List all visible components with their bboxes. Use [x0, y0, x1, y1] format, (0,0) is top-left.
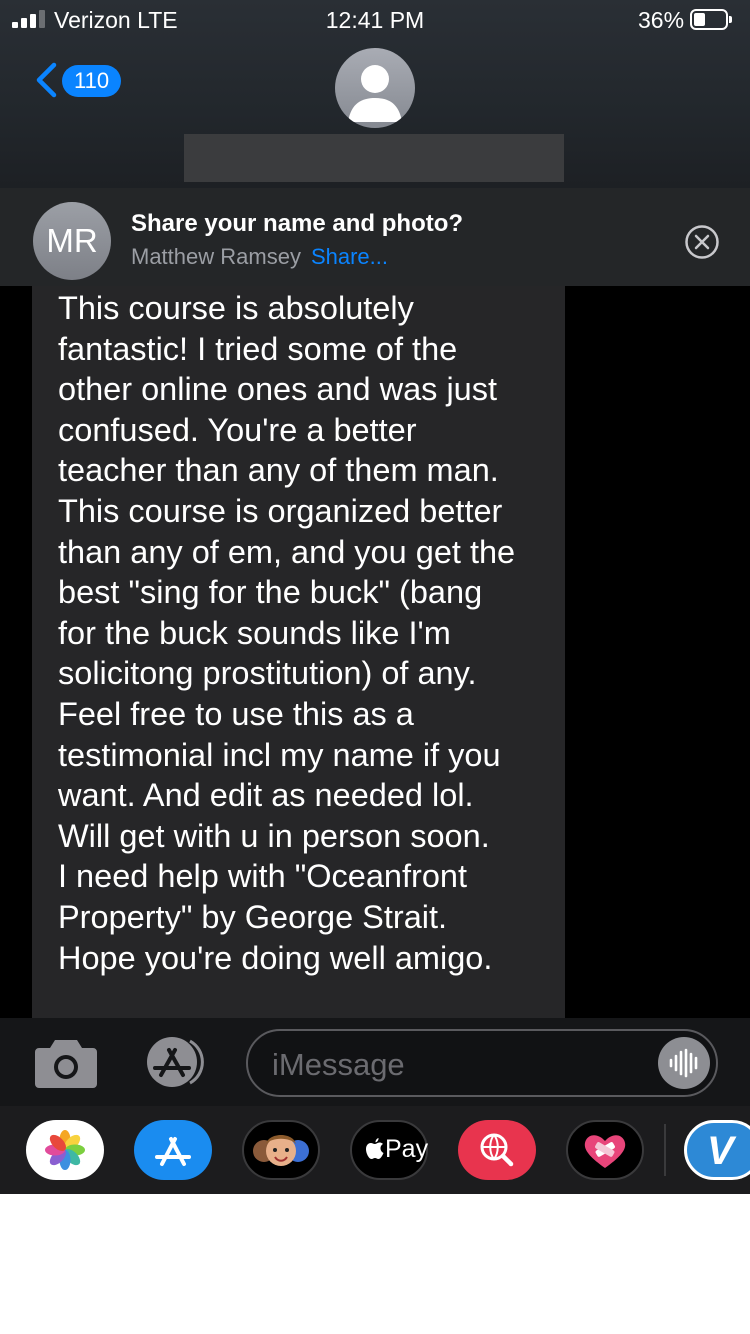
app-drawer: Pay V — [0, 1106, 750, 1194]
message-input[interactable]: iMessage — [246, 1029, 718, 1097]
person-icon — [348, 65, 402, 122]
message-text: This course is absolutely fantastic! I t… — [58, 290, 516, 976]
app-store-icon — [155, 1137, 191, 1166]
unread-count-badge: 110 — [62, 65, 122, 97]
app-drawer-divider — [664, 1124, 666, 1176]
back-button[interactable]: 110 — [28, 58, 128, 102]
sender-name: Matthew Ramsey — [131, 244, 301, 269]
avatar: MR — [33, 202, 111, 280]
share-link[interactable]: Share... — [311, 244, 388, 269]
share-name-banner: MR Share your name and photo? Matthew Ra… — [0, 188, 750, 286]
battery-percent: 36% — [638, 7, 685, 33]
contact-name-redacted[interactable] — [184, 134, 564, 182]
battery-fill — [694, 13, 705, 26]
heart-sticker-icon — [584, 1135, 626, 1168]
venmo-app[interactable]: V — [684, 1120, 750, 1180]
memoji-app[interactable] — [242, 1120, 320, 1180]
incoming-message-bubble[interactable]: This course is absolutely fantastic! I t… — [32, 286, 565, 1018]
venmo-icon: V — [707, 1129, 734, 1173]
battery-icon — [690, 9, 732, 30]
conversation-header: Verizon LTE 12:41 PM 36% 110 — [0, 0, 750, 188]
waveform-icon — [669, 1048, 698, 1078]
messages-screen: Verizon LTE 12:41 PM 36% 110 MR Share yo… — [0, 0, 750, 1194]
share-banner-title: Share your name and photo? — [131, 210, 464, 237]
web-search-app[interactable] — [458, 1120, 536, 1180]
close-icon[interactable] — [684, 224, 720, 260]
apple-logo-icon — [366, 1138, 384, 1159]
status-bar: Verizon LTE 12:41 PM 36% — [0, 0, 750, 40]
apple-pay-app[interactable]: Pay — [350, 1120, 428, 1180]
heart-sticker-app[interactable] — [566, 1120, 644, 1180]
message-input-placeholder: iMessage — [272, 1047, 405, 1082]
chevron-left-icon — [36, 62, 57, 98]
camera-icon[interactable] — [35, 1038, 97, 1088]
photos-icon — [45, 1130, 85, 1170]
app-store-icon[interactable] — [140, 1037, 212, 1087]
memoji-icon — [253, 1135, 309, 1166]
share-banner-subtitle: Matthew Ramsey Share... — [131, 244, 388, 270]
photos-app[interactable] — [26, 1120, 104, 1180]
contact-avatar[interactable] — [335, 48, 415, 128]
audio-message-button[interactable] — [658, 1037, 710, 1089]
apple-pay-label: Pay — [385, 1135, 429, 1163]
app-store-app[interactable] — [134, 1120, 212, 1180]
web-search-icon — [480, 1133, 514, 1167]
compose-bar: iMessage — [0, 1018, 750, 1106]
